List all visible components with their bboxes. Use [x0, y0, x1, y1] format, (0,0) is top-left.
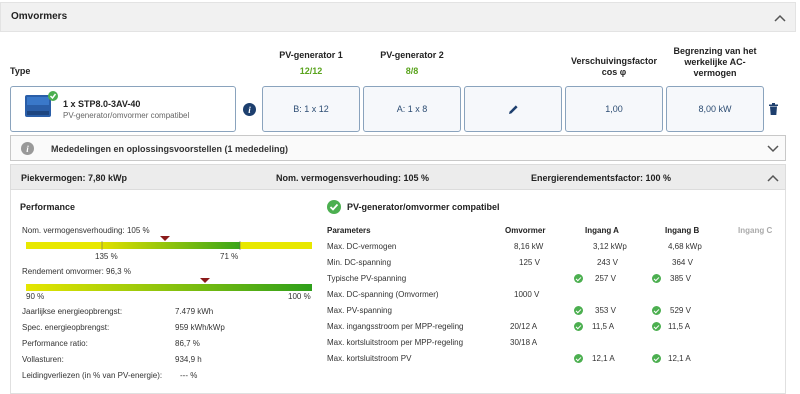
col-ac-limit: Begrenzing van het werkelijke AC- vermog…: [666, 46, 764, 79]
col-input-b: Ingang B: [665, 226, 700, 235]
ok-icon: [652, 354, 661, 363]
performance-title: Performance: [20, 202, 76, 212]
col-limit-line3: vermogen: [693, 68, 737, 78]
param-min-dc-voltage: Min. DC-spanning: [327, 258, 392, 267]
ratio-gauge: [26, 236, 312, 250]
annual-yield-label: Jaarlijkse energieopbrengst:: [22, 307, 123, 316]
section-title: Omvormers: [11, 11, 68, 22]
ratio-right-value: 71 %: [220, 252, 239, 261]
a-min-dc-voltage: 243 V: [597, 258, 618, 267]
inv-max-input-current: 20/12 A: [510, 322, 538, 331]
a-max-sc-current-pv: 12,1 A: [592, 354, 615, 363]
chevron-down-icon[interactable]: [766, 144, 780, 154]
compat-title: PV-generator/omvormer compatibel: [347, 202, 500, 212]
spec-yield-value: 959 kWh/kWp: [175, 323, 225, 332]
notice-info-icon: i: [21, 142, 34, 155]
chevron-up-icon[interactable]: [773, 13, 787, 23]
ac-limit-field[interactable]: 8,00 kW: [666, 86, 764, 132]
eff-right-value: 100 %: [288, 292, 311, 301]
inverter-name: 1 x STP8.0-3AV-40: [63, 99, 141, 109]
inv-max-dc-voltage: 1000 V: [514, 290, 540, 299]
col-parameters: Parameters: [327, 226, 371, 235]
ok-icon: [574, 274, 583, 283]
eff-left-value: 90 %: [26, 292, 45, 301]
summary-ratio: Nom. vermogensverhouding: 105 %: [276, 173, 430, 183]
line-loss-value: --- %: [180, 371, 198, 380]
inverter-card[interactable]: 1 x STP8.0-3AV-40 PV-generator/omvormer …: [10, 86, 236, 132]
inv-max-sc-current: 30/18 A: [510, 338, 538, 347]
col-cosphi-line2: cos φ: [601, 67, 627, 77]
b-typical-pv-voltage: 385 V: [670, 274, 691, 283]
ok-icon: [574, 322, 583, 331]
col-pv2-count: 8/8: [405, 66, 419, 76]
summary-peak: Piekvermogen: 7,80 kWp: [21, 173, 128, 183]
ok-icon: [652, 306, 661, 315]
col-input-a: Ingang A: [585, 226, 619, 235]
ratio-left-value: 135 %: [95, 252, 118, 261]
param-max-input-current: Max. ingangsstroom per MPP-regeling: [327, 322, 464, 331]
param-max-sc-current-pv: Max. kortsluitstroom PV: [327, 354, 412, 363]
summary-bar[interactable]: Piekvermogen: 7,80 kWp Nom. vermogensver…: [10, 164, 786, 190]
edit-button[interactable]: [464, 86, 562, 132]
full-load-hours-label: Vollasturen:: [22, 355, 64, 364]
col-limit-line1: Begrenzing van het: [673, 46, 757, 56]
b-min-dc-voltage: 364 V: [672, 258, 693, 267]
inverter-device-icon: [25, 91, 58, 117]
col-type: Type: [10, 66, 31, 76]
a-max-pv-voltage: 353 V: [595, 306, 616, 315]
ratio-label: Nom. vermogensverhouding: 105 %: [22, 226, 150, 235]
param-max-sc-current-mpp: Max. kortsluitstroom per MPP-regeling: [327, 338, 464, 347]
info-icon[interactable]: i: [243, 103, 256, 116]
cosphi-field[interactable]: 1,00: [565, 86, 663, 132]
param-max-dc-voltage-inv: Max. DC-spanning (Omvormer): [327, 290, 439, 299]
pr-value: 86,7 %: [175, 339, 200, 348]
b-max-dc-power: 4,68 kWp: [668, 242, 702, 251]
ok-icon: [652, 274, 661, 283]
inv-min-dc-voltage: 125 V: [519, 258, 540, 267]
param-typical-pv-voltage: Typische PV-spanning: [327, 274, 407, 283]
inverters-header[interactable]: Omvormers: [0, 2, 796, 32]
trash-icon[interactable]: [768, 103, 779, 115]
notices-label: Mededelingen en oplossingsvoorstellen (1…: [51, 144, 289, 154]
a-max-dc-power: 3,12 kWp: [593, 242, 627, 251]
eff-label: Rendement omvormer: 96,3 %: [22, 267, 131, 276]
ok-icon: [652, 322, 661, 331]
col-inverter: Omvormer: [505, 226, 546, 235]
param-max-dc-power: Max. DC-vermogen: [327, 242, 397, 251]
b-max-sc-current-pv: 12,1 A: [668, 354, 691, 363]
spec-yield-label: Spec. energieopbrengst:: [22, 323, 110, 332]
col-input-c: Ingang C: [738, 226, 773, 235]
check-circle-icon: [327, 200, 341, 214]
b-max-pv-voltage: 529 V: [670, 306, 691, 315]
b-max-input-current: 11,5 A: [668, 322, 691, 331]
col-limit-line2: werkelijke AC-: [684, 57, 746, 67]
col-pv2-title: PV-generator 2: [380, 50, 444, 60]
chevron-up-icon[interactable]: [766, 173, 780, 183]
a-typical-pv-voltage: 257 V: [595, 274, 616, 283]
a-max-input-current: 11,5 A: [592, 322, 615, 331]
col-pv1-count: 12/12: [299, 66, 323, 76]
ok-icon: [574, 306, 583, 315]
full-load-hours-value: 934,9 h: [175, 355, 202, 364]
line-loss-label: Leidingverliezen (in % van PV-energie):: [22, 371, 163, 380]
pv2-config-field[interactable]: A: 1 x 8: [363, 86, 461, 132]
col-cosphi-line1: Verschuivingsfactor: [570, 56, 658, 66]
annual-yield-value: 7.479 kWh: [175, 307, 214, 316]
summary-efficiency: Energierendementsfactor: 100 %: [531, 173, 672, 183]
ok-icon: [574, 354, 583, 363]
notices-bar[interactable]: i Mededelingen en oplossingsvoorstellen …: [10, 135, 786, 161]
efficiency-gauge: [26, 278, 312, 291]
inv-max-dc-power: 8,16 kW: [514, 242, 544, 251]
col-pv1-title: PV-generator 1: [279, 50, 343, 60]
pencil-icon: [508, 104, 518, 114]
param-max-pv-voltage: Max. PV-spanning: [327, 306, 392, 315]
pv1-config-field[interactable]: B: 1 x 12: [262, 86, 360, 132]
pr-label: Performance ratio:: [22, 339, 88, 348]
inverter-compat-text: PV-generator/omvormer compatibel: [63, 111, 190, 120]
col-cosphi: Verschuivingsfactor cos φ: [565, 56, 663, 78]
